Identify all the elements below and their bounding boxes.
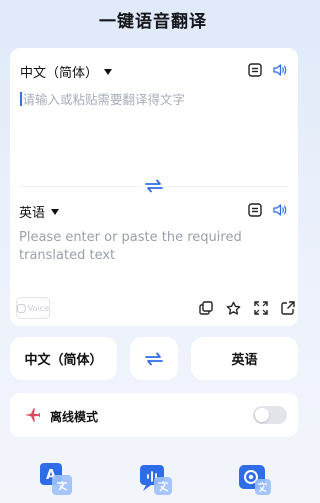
airplane-icon [24,407,40,423]
caret-down-icon [51,208,60,215]
target-language-label: 英语 [19,206,46,221]
offline-mode-row: 离线模式 [10,393,298,437]
copy-icon[interactable] [198,300,214,316]
text-card-icon[interactable] [247,62,263,78]
text-translate-icon[interactable]: A [38,461,74,497]
text-card-icon[interactable] [247,202,263,218]
target-text-output[interactable]: Please enter or paste the required trans… [19,229,259,265]
bottom-target-language-button[interactable]: 英语 [191,337,298,380]
source-text-input[interactable]: 请输入或粘贴需要翻译得文字 [20,89,185,108]
volume-icon[interactable] [272,62,288,78]
swap-icon[interactable] [142,176,166,196]
volume-icon[interactable] [272,202,288,218]
swap-icon [145,352,163,365]
voice-translate-icon[interactable] [138,461,174,497]
translate-card: 中文（简体） 请输入或粘贴需要翻译得文字 英语 Please enter or … [10,48,298,326]
offline-mode-toggle[interactable] [253,406,287,424]
source-language-label: 中文（简体） [20,66,99,81]
photo-translate-icon[interactable] [237,461,273,497]
offline-mode-label: 离线模式 [50,410,99,424]
app-title: 一键语音翻译 [99,12,207,32]
caret-down-icon [104,68,113,75]
target-language-selector[interactable]: 英语 [19,202,60,221]
text-cursor [20,92,22,106]
voice-badge-label: Voice [27,303,49,313]
voice-badge-icon [17,303,26,313]
share-icon[interactable] [280,300,296,316]
source-language-selector[interactable]: 中文（简体） [20,62,113,81]
source-placeholder: 请输入或粘贴需要翻译得文字 [22,92,186,107]
voice-badge[interactable]: Voice [16,297,50,319]
bottom-swap-button[interactable] [130,337,178,380]
bottom-source-language-button[interactable]: 中文（简体） [10,337,117,380]
star-icon[interactable] [225,300,241,316]
fullscreen-icon[interactable] [253,300,269,316]
toggle-knob [255,408,269,422]
